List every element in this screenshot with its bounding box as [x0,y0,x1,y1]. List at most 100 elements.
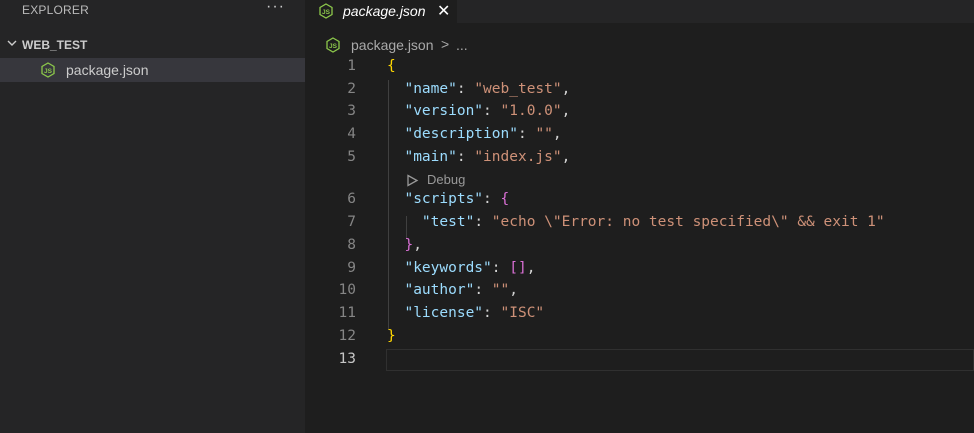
line-text: { [387,58,396,74]
tab-package-json[interactable]: JS package.json ✕ [305,0,457,23]
code-token: : [483,191,501,207]
codelens-label: Debug [427,172,466,187]
code-token: : [474,282,492,298]
code-token: "version" [404,103,484,119]
line-text: "scripts": { [387,191,509,207]
line-text: "description": "", [387,126,562,142]
code-line[interactable]: 10 "author": "", [305,280,974,302]
explorer-header: EXPLORER ··· [0,0,305,22]
code-token: , [509,282,518,298]
code-token: "web_test" [474,81,562,97]
code-token: : [483,103,501,119]
code-line[interactable]: 11 "license": "ISC" [305,303,974,325]
editor-area: JS package.json ✕ JS package.json > ... … [305,0,974,433]
breadcrumb-symbols[interactable]: ... [456,37,468,53]
chevron-down-icon [7,40,17,46]
explorer-sidebar: EXPLORER ··· WEB_TEST JS package.json [0,0,305,433]
code-token: , [413,237,422,253]
code-line[interactable]: 4 "description": "", [305,124,974,146]
code-token: } [387,328,396,344]
line-number: 12 [338,328,356,344]
line-number: 13 [338,351,356,367]
code-token: } [404,237,414,253]
code-line[interactable]: 12} [305,326,974,348]
svg-text:JS: JS [44,68,53,75]
code-token: : [474,214,492,230]
play-outline-icon [407,174,419,187]
code-token: "ISC" [500,305,545,321]
code-line[interactable]: 3 "version": "1.0.0", [305,101,974,123]
code-token: : [491,260,510,276]
code-token: , [561,149,571,165]
line-text: "test": "echo \"Error: no test specified… [387,214,885,230]
code-line[interactable]: 9 "keywords": [], [305,258,974,280]
explorer-title: EXPLORER [22,3,89,17]
code-editor[interactable]: Debug 1{2 "name": "web_test", 3 "version"… [305,56,974,433]
line-number: 7 [347,214,356,230]
code-token: "test" [421,214,475,230]
line-text: "license": "ISC" [387,305,544,321]
svg-text:JS: JS [322,9,331,16]
breadcrumb-file[interactable]: package.json [351,37,434,53]
code-token: , [561,103,571,119]
code-line[interactable]: 13 [305,349,974,371]
code-token: , [561,81,571,97]
code-token: "" [535,126,553,142]
tab-bar: JS package.json ✕ [305,0,974,23]
line-number: 4 [347,126,356,142]
line-text: "keywords": [], [387,260,535,276]
code-token: : [456,81,475,97]
line-text: "author": "", [387,282,518,298]
line-text: }, [387,237,422,253]
line-number: 5 [347,149,356,165]
svg-text:JS: JS [329,43,338,50]
code-token: : [483,305,501,321]
code-token: "1.0.0" [500,103,562,119]
code-token: : [456,149,475,165]
line-text: "main": "index.js", [387,149,570,165]
current-line-highlight [386,349,974,371]
line-number: 8 [347,237,356,253]
code-token: , [552,126,562,142]
code-line[interactable]: 6 "scripts": { [305,189,974,211]
code-token: { [387,58,396,74]
breadcrumb-separator: > [441,36,450,52]
line-number: 2 [347,81,356,97]
close-icon[interactable]: ✕ [437,1,450,21]
code-token: "scripts" [404,191,484,207]
code-line[interactable]: 1{ [305,56,974,78]
code-token: "echo \"Error: no test specified\" && ex… [491,214,885,230]
nodejs-icon: JS [319,3,333,19]
file-name: package.json [66,62,149,78]
line-number: 6 [347,191,356,207]
folder-name: WEB_TEST [22,38,88,52]
file-item-package-json[interactable]: JS package.json [0,58,305,82]
nodejs-icon: JS [41,62,55,78]
code-line[interactable]: 5 "main": "index.js", [305,147,974,169]
line-text: } [387,328,396,344]
code-token: "license" [404,305,484,321]
line-number: 11 [338,305,356,321]
code-line[interactable]: 7 "test": "echo \"Error: no test specifi… [305,212,974,234]
more-actions-icon[interactable]: ··· [266,0,285,16]
folder-section-web-test[interactable]: WEB_TEST [0,34,305,56]
code-line[interactable]: 8 }, [305,235,974,257]
code-token: "author" [404,282,475,298]
nodejs-icon: JS [326,37,340,53]
line-number: 9 [347,260,356,276]
code-line[interactable]: 2 "name": "web_test", [305,79,974,101]
code-token: [] [509,260,527,276]
code-token: { [500,191,510,207]
code-token: "keywords" [404,260,492,276]
code-token: "name" [404,81,457,97]
